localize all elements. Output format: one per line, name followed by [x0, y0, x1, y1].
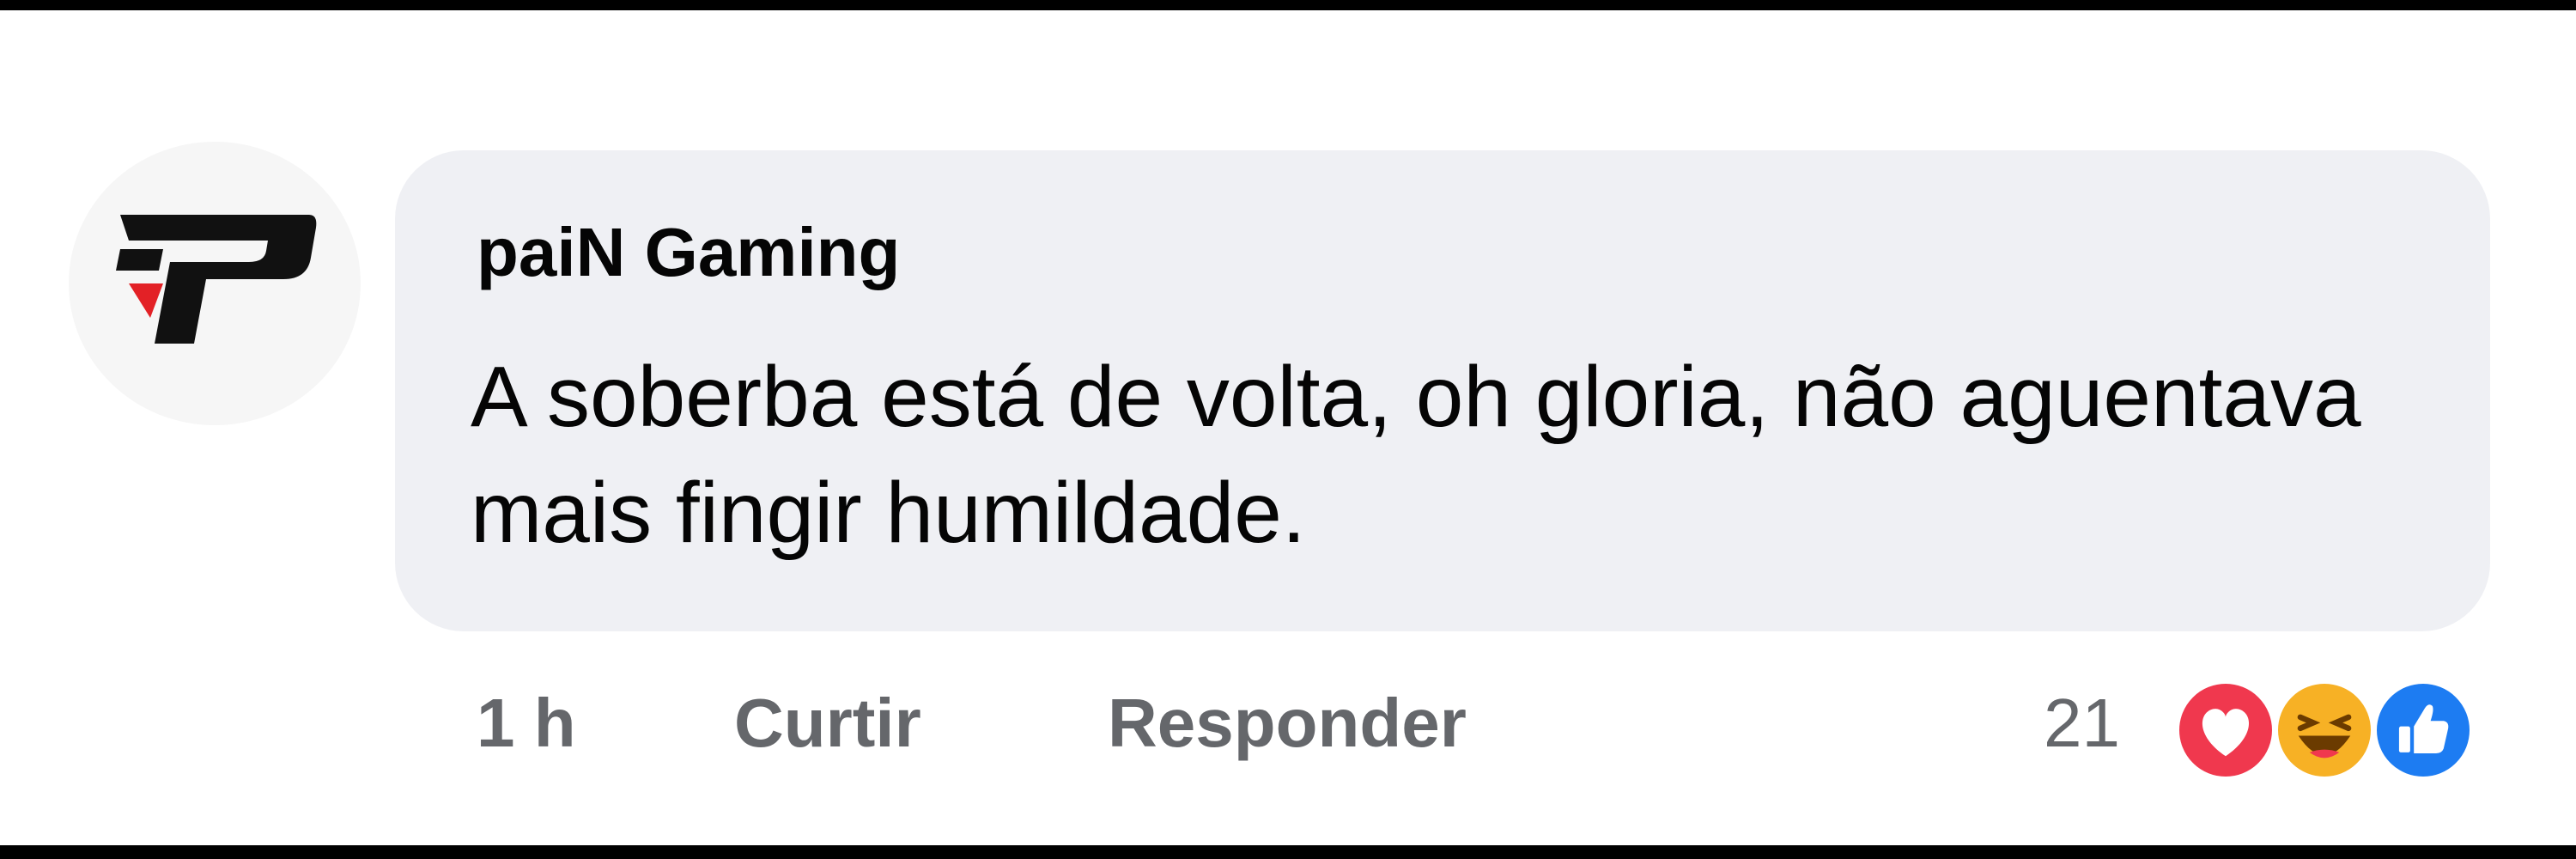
reply-button[interactable]: Responder [1108, 685, 1467, 761]
haha-icon [2273, 679, 2376, 782]
pain-gaming-logo-icon [116, 215, 317, 344]
avatar[interactable] [69, 142, 361, 425]
bottom-border [0, 845, 2576, 859]
reactions-summary[interactable] [2174, 679, 2500, 782]
comment-text: A soberba está de volta, oh gloria, não … [471, 349, 2361, 561]
top-border [0, 0, 2576, 10]
love-icon [2174, 679, 2277, 782]
comment-timestamp[interactable]: 1 h [477, 685, 576, 761]
reaction-count[interactable]: 21 [2044, 685, 2120, 761]
like-icon [2372, 679, 2475, 782]
comment-author[interactable]: paiN Gaming [477, 215, 900, 290]
like-button[interactable]: Curtir [734, 685, 921, 761]
